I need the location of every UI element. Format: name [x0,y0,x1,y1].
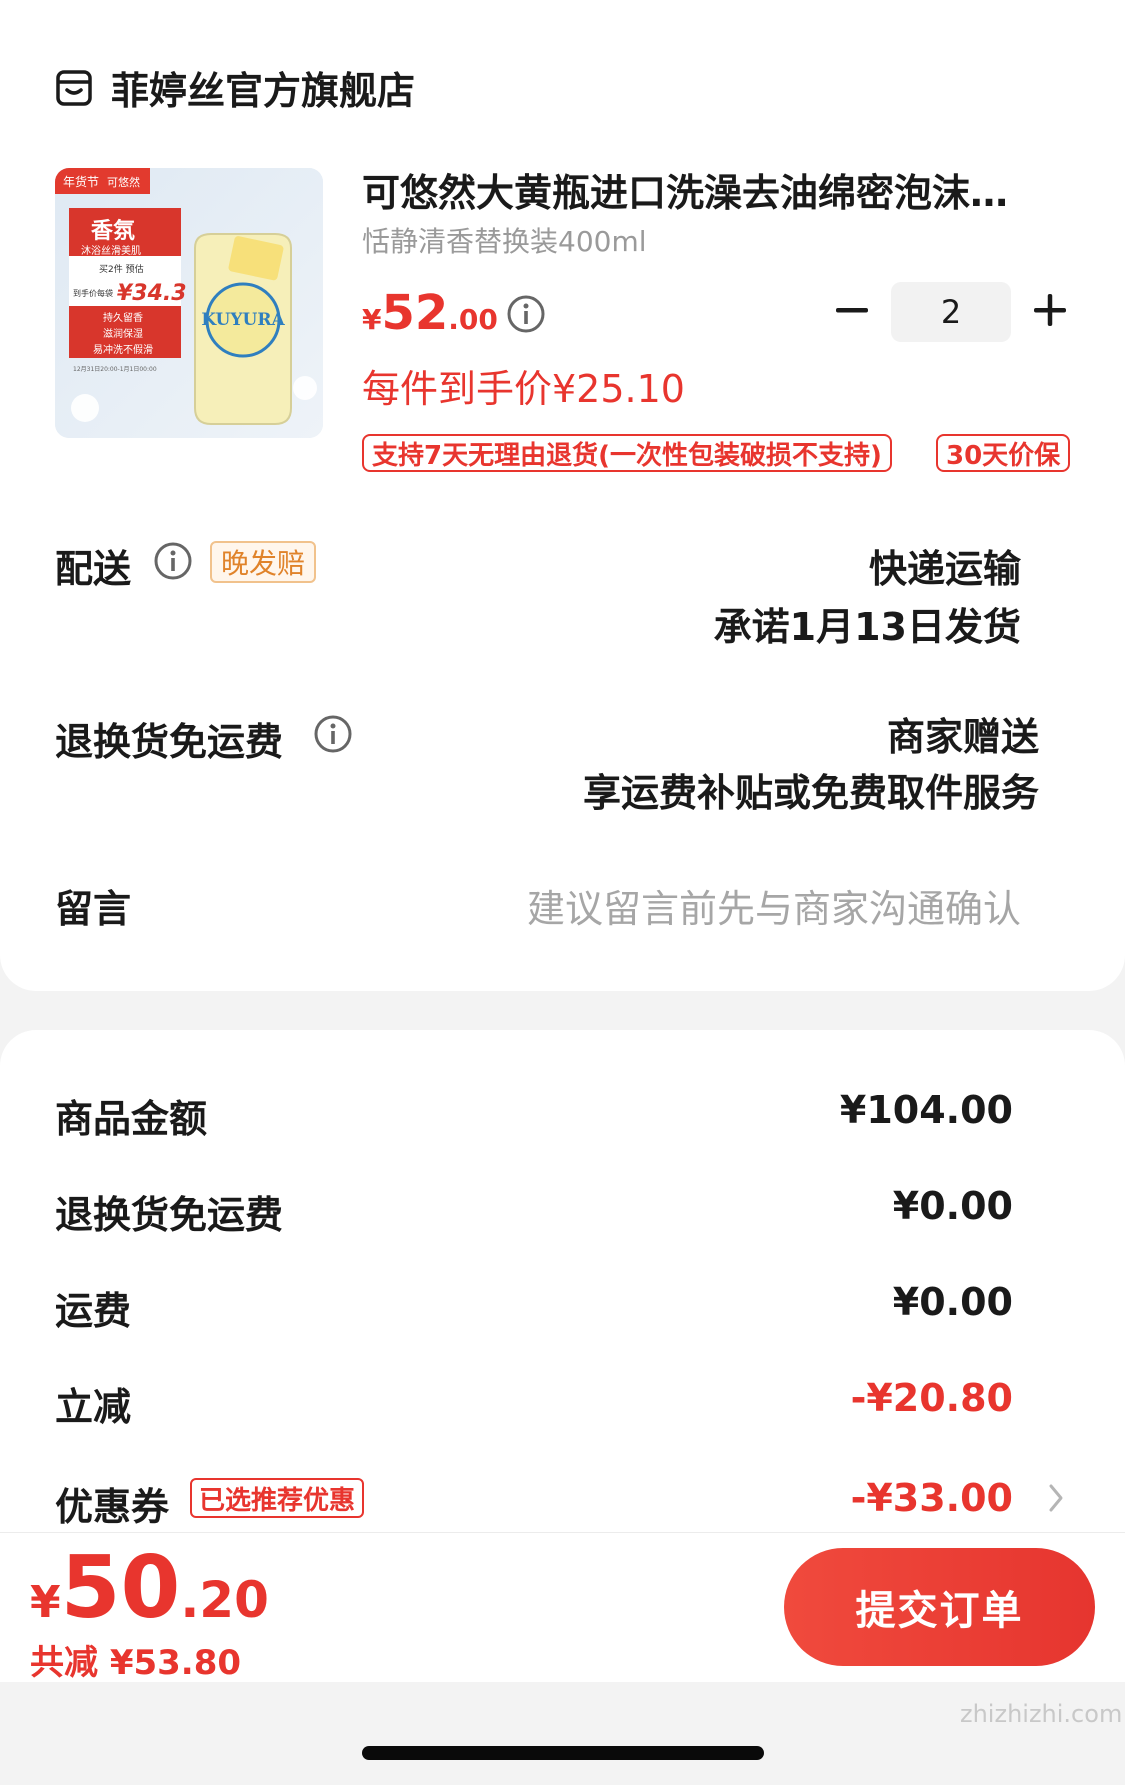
deal-label: 到手价每袋 [73,288,113,298]
deal-line: 买2件 预估 [99,263,144,275]
shop-header[interactable]: 菲婷丝官方旗舰店 [55,60,415,115]
coupon-label[interactable]: 优惠券 [55,1476,169,1531]
total-price: ¥ 50 .20 [30,1538,269,1638]
shipping-fee-label: 运费 [55,1289,132,1333]
discount-label: 立减 [55,1385,132,1429]
submit-order-button[interactable]: 提交订单 [784,1548,1095,1666]
total-integer: 50 [60,1538,181,1638]
home-indicator[interactable] [362,1746,764,1760]
return-shipping-gift: 商家赠送 [886,715,1039,759]
order-card [0,0,1125,991]
price-currency: ¥ [362,303,382,336]
feature-1: 持久留香 [103,311,143,324]
product-image[interactable]: 年货节 可悠然 香氛 沐浴丝滑美肌 买2件 预估 到手价每袋 ¥34.3 持久留… [55,168,323,438]
feature-3: 易冲洗不假滑 [93,343,153,356]
late-compensation-badge: 晚发赔 [210,541,317,583]
total-saved: 共减 ¥53.80 [30,1643,242,1683]
goods-amount-value: ¥104.00 [839,1088,1013,1132]
shop-name: 菲婷丝官方旗舰店 [111,69,416,113]
price-info-icon[interactable] [506,294,546,334]
total-currency: ¥ [30,1577,61,1628]
quantity-increase-button[interactable] [1028,288,1072,332]
quantity-input[interactable]: 2 [891,282,1011,342]
promo-top: 年货节 [63,174,99,189]
discount-value: -¥20.80 [850,1376,1013,1420]
delivery-method[interactable]: 快递运输 [869,538,1021,593]
shipping-fee-value: ¥0.00 [892,1280,1013,1324]
unit-price: 每件到手价¥25.10 [362,367,685,411]
return-fee-label: 退换货免运费 [55,1193,284,1237]
deal-price: ¥34.3 [117,281,187,306]
price-decimal: .00 [448,303,498,336]
feature-2: 滋润保湿 [103,327,143,340]
delivery-promise: 承诺1月13日发货 [713,605,1021,649]
return-shipping-info-icon[interactable] [313,714,353,754]
price-integer: 52 [381,285,449,341]
message-label: 留言 [55,887,132,931]
pack-text: KUYURA [201,310,285,330]
product-title[interactable]: 可悠然大黄瓶进口洗澡去油绵密泡沫… [362,162,1008,217]
return-fee-value: ¥0.00 [892,1184,1013,1228]
return-shipping-label: 退换货免运费 [55,720,284,764]
coupon-selected-badge: 已选推荐优惠 [190,1478,365,1518]
badge-title: 香氛 [91,218,135,244]
store-icon [56,69,92,106]
message-input[interactable]: 建议留言前先与商家沟通确认 [527,878,1021,933]
chevron-right-icon[interactable] [1045,1478,1069,1518]
return-shipping-service: 享运费补贴或免费取件服务 [582,771,1039,815]
quantity-decrease-button[interactable] [830,288,874,332]
price-protect-tag: 30天价保 [936,434,1071,472]
delivery-info-icon[interactable] [153,541,193,581]
brand-mark: 可悠然 [107,175,140,189]
date-note: 12月31日20:00-1月1日00:00 [73,366,157,373]
delivery-label: 配送 [55,547,132,591]
badge-sub: 沐浴丝滑美肌 [81,244,141,257]
return-policy-tag: 支持7天无理由退货(一次性包装破损不支持) [362,434,892,472]
product-spec[interactable]: 恬静清香替换装400ml [362,220,647,260]
product-price: ¥ 52 .00 [362,285,498,341]
total-decimal: .20 [180,1571,269,1629]
coupon-value[interactable]: -¥33.00 [851,1476,1013,1520]
goods-amount-label: 商品金额 [55,1097,208,1141]
watermark: zhizhizhi.com [960,1700,1123,1728]
